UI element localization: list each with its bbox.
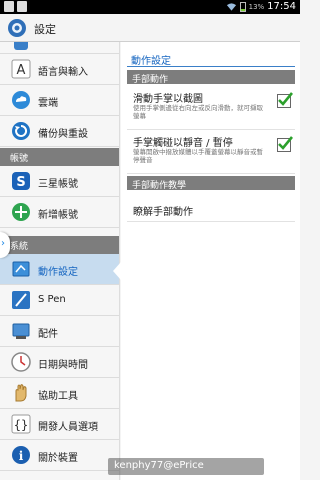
sidebar-item-label: 協助工具	[38, 391, 78, 402]
section-header-label: 手部動作教學	[132, 181, 187, 191]
title-divider	[127, 66, 295, 67]
palm-touch-checkbox[interactable]	[277, 136, 293, 152]
sidebar-item-cloud[interactable]: 雲端	[0, 85, 119, 116]
option-palm-touch-mute[interactable]: 手掌觸碰以靜音 / 暫停 螢幕開啟中撥放媒體以手覆蓋螢幕以靜音或暫停聲音	[127, 130, 295, 174]
sidebar-item-motion[interactable]: 動作設定	[0, 254, 119, 285]
option-description: 使用手掌側邊從右向左或反向滑動，就可擷取螢幕	[133, 104, 263, 120]
battery-percent: 13%	[248, 2, 265, 11]
sidebar-item-label: 三星帳號	[38, 179, 78, 190]
sidebar-item-samsung-account[interactable]: S 三星帳號	[0, 166, 119, 197]
section-header-tutorial: 手部動作教學	[127, 176, 295, 191]
keyboard-icon: A	[11, 59, 31, 79]
sidebar-item-about-device[interactable]: i 關於裝置	[0, 440, 119, 471]
notification-icons	[4, 1, 27, 12]
wifi-icon	[226, 2, 236, 11]
status-bar: 13% 17:54	[0, 0, 300, 14]
sidebar-item-accessibility[interactable]: 協助工具	[0, 378, 119, 409]
chevron-right-icon: ›	[1, 238, 5, 249]
detail-title: 動作設定	[131, 56, 171, 67]
sidebar-item-label: 動作設定	[38, 267, 78, 278]
battery-icon	[239, 1, 246, 12]
backup-restore-icon	[12, 122, 30, 140]
sidebar-item-label: 雲端	[38, 98, 58, 109]
info-icon: i	[12, 446, 30, 464]
option-title: 手掌觸碰以靜音 / 暫停	[133, 138, 233, 149]
cloud-icon	[12, 91, 30, 109]
svg-text:i: i	[19, 449, 24, 463]
svg-text:{}: {}	[14, 418, 28, 432]
sidebar-item-backup[interactable]: 備份與重設	[0, 116, 119, 147]
sidebar-item-accessory[interactable]: 配件	[0, 316, 119, 347]
settings-sidebar: A 語言與輸入 雲端 備份與重設 帳號 S 三星帳號 新增帳號 系統 動作設定 …	[0, 42, 120, 480]
add-account-icon	[12, 203, 30, 221]
link-label: 瞭解手部動作	[133, 207, 193, 218]
sidebar-item-label: S Pen	[38, 294, 66, 305]
accessory-icon	[12, 323, 30, 339]
sidebar-item-developer-options[interactable]: {} 開發人員選項	[0, 409, 119, 440]
motion-icon	[12, 261, 30, 277]
clock-icon	[11, 352, 31, 372]
palm-swipe-checkbox[interactable]	[277, 92, 293, 108]
watermark: kenphy77@ePrice	[108, 458, 264, 475]
section-header-system: 系統	[0, 236, 119, 254]
developer-braces-icon: {}	[11, 414, 31, 434]
option-palm-swipe-capture[interactable]: 滑動手掌以截圖 使用手掌側邊從右向左或反向滑動，就可擷取螢幕	[127, 86, 295, 130]
sidebar-item-s-pen[interactable]: S Pen	[0, 285, 119, 316]
settings-gear-icon[interactable]	[5, 17, 29, 39]
notification-icon	[17, 1, 27, 12]
section-header-label: 手部動作	[132, 75, 169, 85]
sidebar-item-date-time[interactable]: 日期與時間	[0, 347, 119, 378]
svg-text:A: A	[17, 63, 26, 78]
status-time: 17:54	[267, 1, 296, 12]
checkmark-icon	[278, 92, 293, 106]
section-header-accounts: 帳號	[0, 148, 119, 166]
option-description: 螢幕開啟中撥放媒體以手覆蓋螢幕以靜音或暫停聲音	[133, 148, 263, 164]
sidebar-item-language-input[interactable]: A 語言與輸入	[0, 54, 119, 85]
samsung-account-icon: S	[12, 172, 30, 190]
sidebar-item-label: 開發人員選項	[38, 422, 98, 433]
section-header-hand-motions: 手部動作	[127, 70, 295, 85]
sidebar-item-partial[interactable]	[0, 42, 119, 54]
sidebar-item-label: 日期與時間	[38, 360, 88, 371]
sidebar-item-label: 配件	[38, 329, 58, 340]
checkmark-icon	[278, 136, 293, 150]
hand-motion-tutorial-link[interactable]: 瞭解手部動作	[127, 196, 295, 222]
selection-pointer	[113, 262, 121, 280]
page-title: 設定	[34, 23, 56, 36]
action-bar: 設定	[0, 14, 300, 42]
partial-icon	[14, 42, 28, 50]
sidebar-item-label: 備份與重設	[38, 129, 88, 140]
sidebar-item-label: 語言與輸入	[38, 67, 88, 78]
sidebar-item-add-account[interactable]: 新增帳號	[0, 197, 119, 228]
watermark-text: kenphy77@ePrice	[114, 460, 204, 471]
sidebar-item-label: 關於裝置	[38, 453, 78, 464]
option-title: 滑動手掌以截圖	[133, 94, 203, 105]
detail-panel: 動作設定 手部動作 滑動手掌以截圖 使用手掌側邊從右向左或反向滑動，就可擷取螢幕…	[121, 42, 300, 480]
svg-text:S: S	[16, 175, 25, 190]
sidebar-item-label: 新增帳號	[38, 210, 78, 221]
s-pen-icon	[12, 291, 30, 309]
section-header-label: 帳號	[10, 154, 29, 164]
notification-icon	[4, 1, 14, 12]
accessibility-hand-icon	[15, 384, 27, 402]
section-header-label: 系統	[10, 242, 29, 252]
